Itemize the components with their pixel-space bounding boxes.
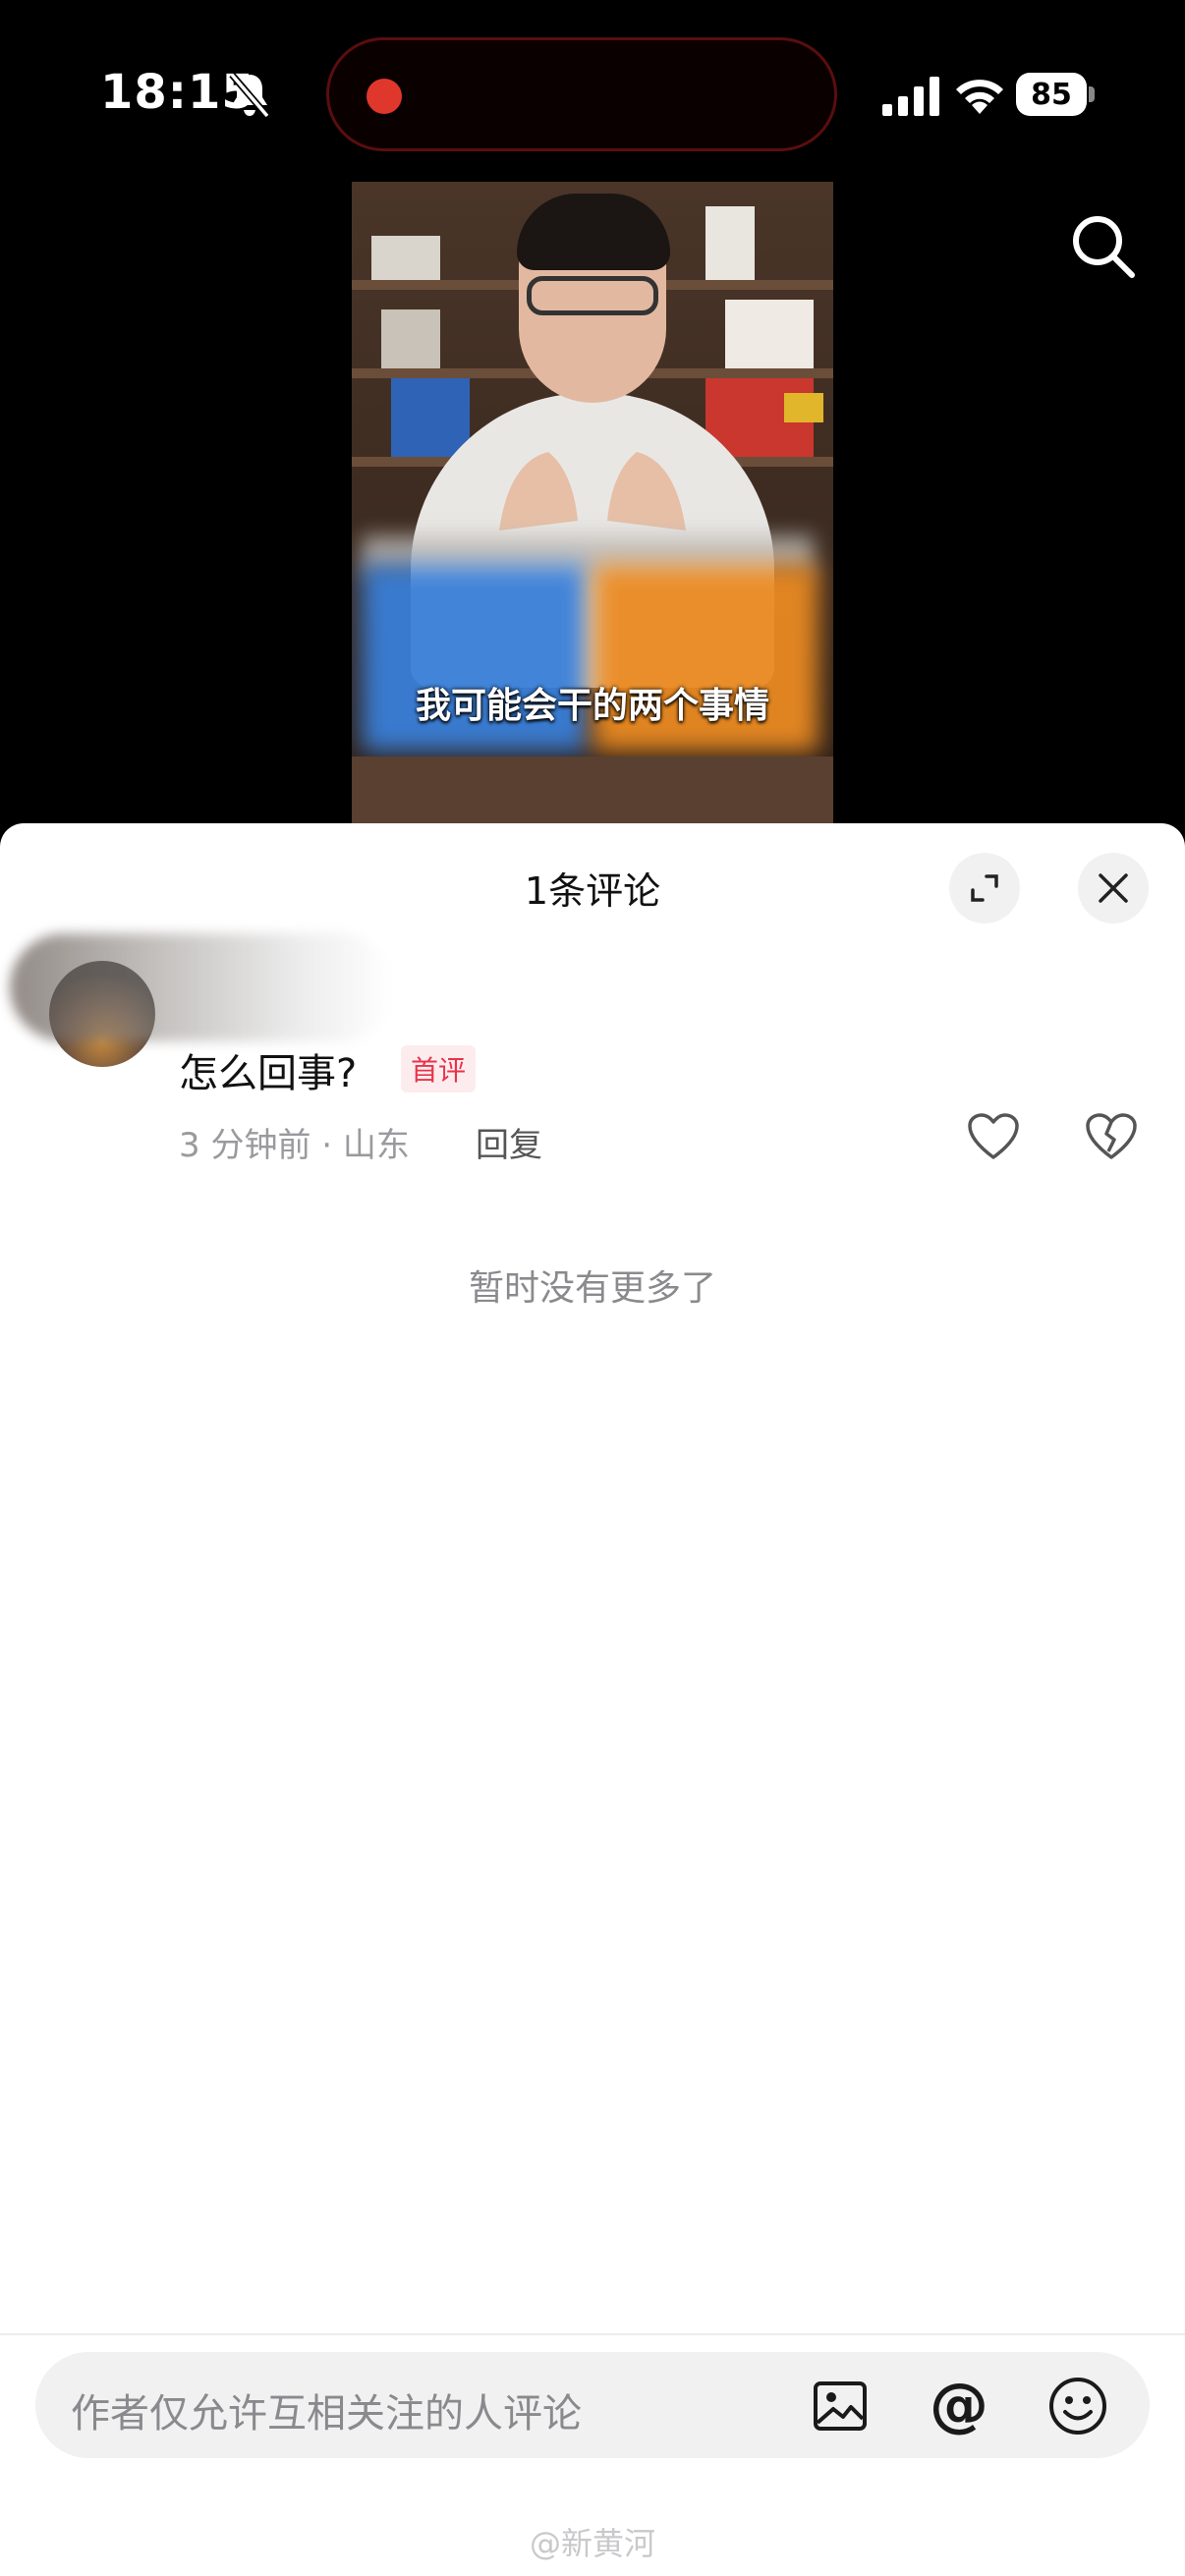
watermark: @新黄河 [529, 2525, 655, 2562]
comment-text: 怎么回事? [179, 1051, 358, 1096]
search-icon[interactable] [1069, 212, 1138, 281]
redacted-username [10, 933, 393, 1041]
book [391, 378, 470, 457]
book [381, 309, 440, 368]
emoji-icon[interactable] [1047, 2376, 1108, 2436]
comment-input-placeholder: 作者仅允许互相关注的人评论 [71, 2391, 582, 2436]
comment-input-bar[interactable]: 作者仅允许互相关注的人评论 @ [35, 2352, 1150, 2458]
recording-indicator [367, 79, 402, 114]
broken-heart-icon[interactable] [1085, 1112, 1138, 1161]
expand-button[interactable] [949, 853, 1020, 924]
expand-icon [971, 874, 998, 902]
no-more-text: 暂时没有更多了 [468, 1268, 716, 1309]
book [784, 393, 823, 422]
close-icon [1099, 873, 1128, 903]
video-player[interactable]: 我可能会干的两个事情 [352, 182, 833, 825]
desk [352, 756, 833, 825]
close-button[interactable] [1078, 853, 1149, 924]
person-glasses [527, 276, 658, 315]
status-bar: 18:15 85 [0, 0, 1185, 177]
book [371, 236, 440, 280]
heart-icon[interactable] [967, 1112, 1020, 1161]
wifi-icon [956, 80, 1003, 114]
divider [0, 2333, 1185, 2335]
battery-tip [1089, 86, 1095, 102]
bell-slash-icon [229, 72, 270, 119]
book [725, 300, 814, 368]
comments-sheet: 1条评论 怎么回事? 首评 3 分钟前 · 山东 回复 暂时没有更多了 作者仅允… [0, 823, 1185, 2576]
dynamic-island [326, 37, 837, 151]
person-hands [499, 452, 686, 531]
book [705, 206, 755, 280]
battery-icon: 85 [1016, 73, 1087, 116]
signal-icon [882, 77, 939, 116]
video-subtitle: 我可能会干的两个事情 [415, 686, 769, 726]
at-mention-icon[interactable]: @ [928, 2374, 990, 2436]
reply-button[interactable]: 回复 [476, 1118, 542, 1166]
image-icon[interactable] [812, 2378, 869, 2435]
comment-meta: 3 分钟前 · 山东 [179, 1126, 410, 1165]
first-comment-badge: 首评 [401, 1045, 477, 1092]
